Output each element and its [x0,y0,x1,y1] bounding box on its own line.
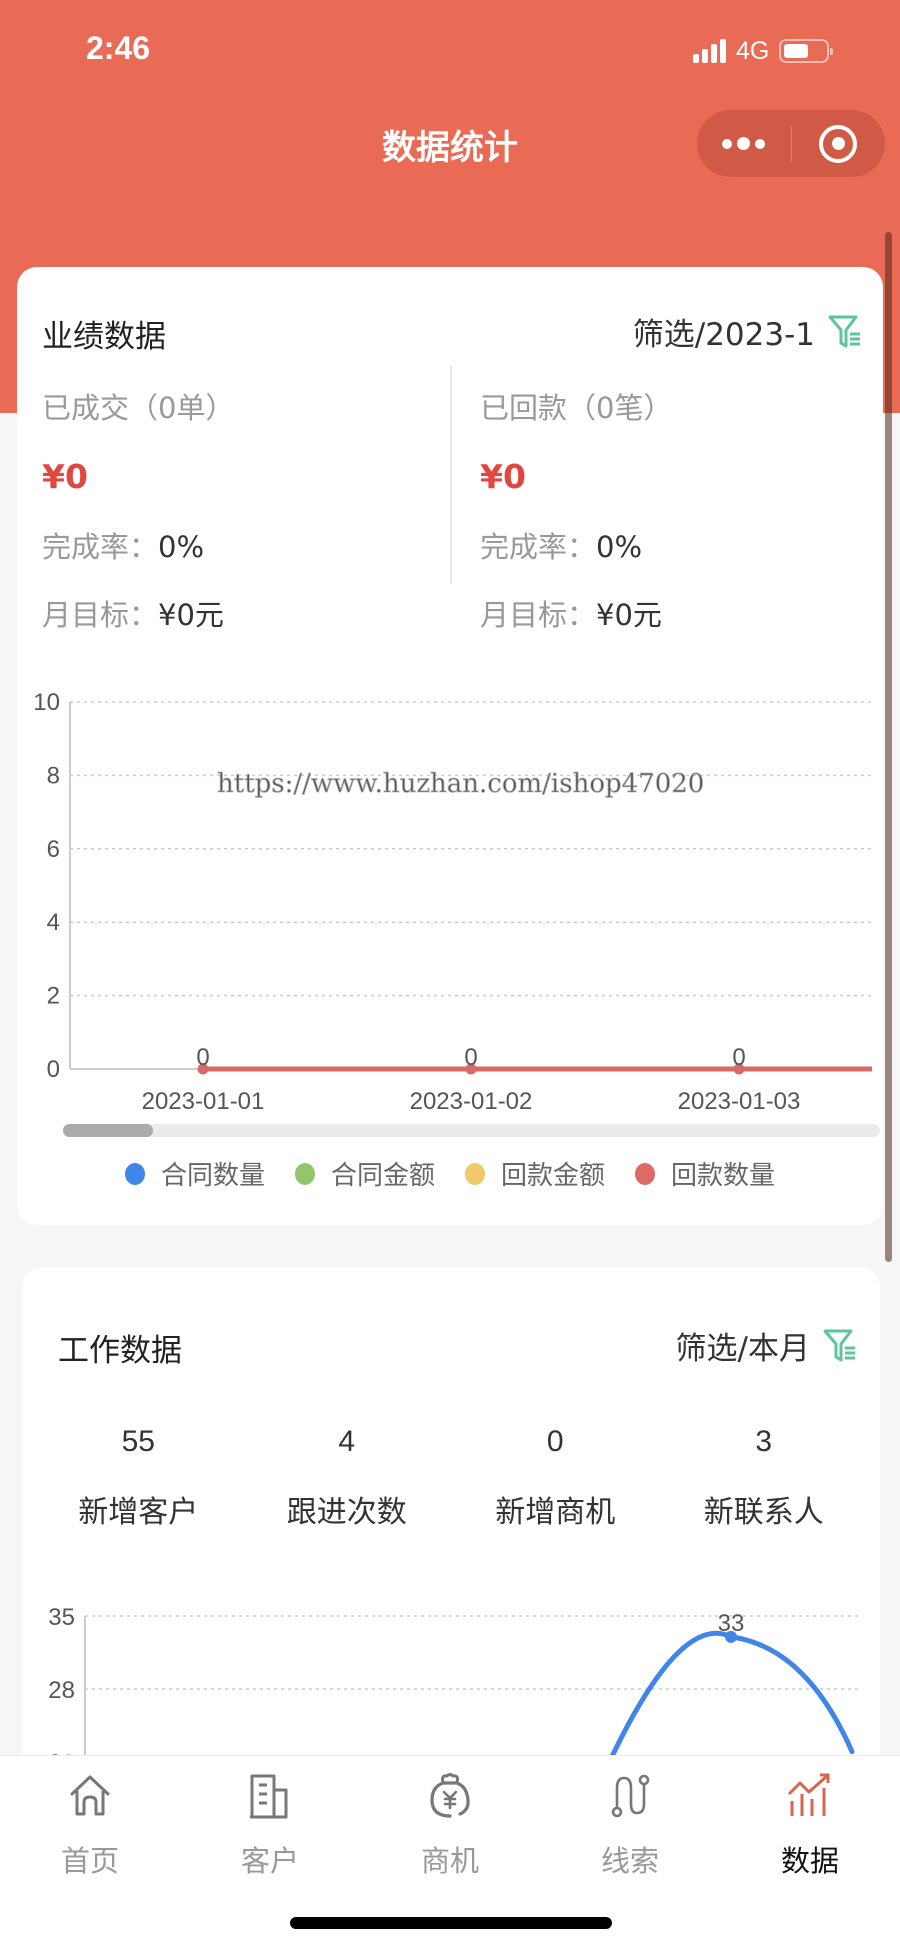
watermark-text: https://www.huzhan.com/ishop47020 [217,769,704,799]
chart-trend-icon [787,1773,830,1816]
more-dots-icon [722,137,766,150]
legend-label: 回款金额 [501,1161,606,1191]
y-tick-label: 8 [47,762,60,789]
home-icon [70,1775,110,1816]
tab-home[interactable]: 首页 [0,1756,180,1880]
data-label: 33 [718,1610,745,1637]
legend-dot-icon [465,1162,485,1185]
tab-opportunities[interactable]: 商机 [360,1756,540,1880]
x-tick-label: 2023-01-03 [678,1088,801,1115]
tab-data[interactable]: 数据 [720,1756,900,1880]
tab-label: 商机 [420,1844,479,1878]
data-label: 0 [196,1044,209,1071]
y-tick-label: 28 [48,1677,75,1704]
y-tick-label: 0 [47,1056,60,1083]
close-button[interactable] [792,110,886,177]
tab-leads[interactable]: 线索 [540,1756,720,1880]
x-tick-label: 2023-01-02 [410,1088,533,1115]
x-tick-label: 2023-01-01 [142,1088,265,1115]
more-button[interactable] [697,110,791,177]
route-icon [611,1774,650,1818]
legend-item[interactable]: 合同金额 [294,1155,435,1192]
tab-label: 首页 [60,1844,119,1878]
legend-label: 回款数量 [671,1161,776,1191]
chart-legend: 合同数量 合同金额 回款金额 回款数量 [17,1155,883,1192]
home-indicator [290,1917,612,1929]
performance-card: 业绩数据 筛选/2023-1 已成交（0单） ¥0 完成率：0% 月目标：¥0元… [17,267,883,1225]
tab-label: 线索 [600,1844,659,1878]
y-tick-label: 35 [48,1604,75,1631]
legend-dot-icon [635,1162,656,1185]
tab-label: 数据 [780,1844,839,1878]
network-type: 4G [736,36,770,65]
legend-item[interactable]: 回款金额 [465,1155,605,1192]
legend-item[interactable]: 回款数量 [635,1155,775,1192]
building-icon [250,1774,288,1819]
target-circle-icon [819,124,858,163]
legend-item[interactable]: 合同数量 [124,1155,265,1192]
status-time: 2:46 [86,30,151,66]
y-tick-label: 10 [33,689,60,716]
status-indicators: 4G [693,36,834,66]
data-label: 0 [464,1044,477,1071]
tab-customers[interactable]: 客户 [180,1756,360,1880]
tab-label: 客户 [240,1844,299,1878]
chart-scrollbar-thumb[interactable] [63,1124,153,1137]
signal-icon [693,39,726,63]
mini-program-capsule [697,110,885,177]
money-bag-icon [430,1773,470,1818]
y-tick-label: 4 [47,909,60,936]
legend-dot-icon [124,1162,145,1185]
legend-label: 合同数量 [160,1161,265,1191]
battery-icon [779,39,834,63]
legend-label: 合同金额 [330,1161,435,1191]
chart-scrollbar[interactable] [63,1124,880,1137]
performance-chart[interactable]: 0 2 4 6 8 10 0 2023-01-01 0 2023-01-02 0 2023-01-03… [17,267,883,1127]
y-tick-label: 6 [47,836,60,863]
data-label: 0 [732,1044,745,1071]
legend-dot-icon [294,1162,315,1185]
y-tick-label: 2 [47,983,60,1010]
page-scrollbar[interactable] [885,232,892,1262]
